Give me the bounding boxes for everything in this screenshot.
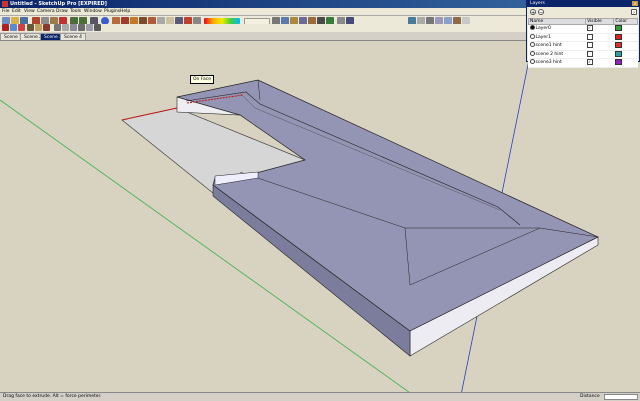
layer-color-swatch[interactable] (614, 42, 622, 48)
layer-name: scene3 hint (535, 60, 562, 66)
layer-row[interactable]: scene 2 hint (528, 50, 638, 59)
left-view-icon[interactable] (94, 24, 101, 31)
menu-window[interactable]: Window (84, 8, 102, 15)
look-around-icon[interactable] (35, 24, 42, 31)
menu-file[interactable]: File (2, 8, 10, 15)
layer-name: scene 2 hint (535, 51, 564, 57)
menu-edit[interactable]: Edit (12, 8, 21, 15)
visible-checkbox[interactable] (586, 33, 593, 40)
measurements-input[interactable] (604, 394, 638, 400)
layer-color-swatch[interactable] (614, 33, 622, 40)
sketchup-app-icon (2, 1, 8, 7)
current-layer-radio[interactable] (529, 33, 535, 39)
visible-checkbox[interactable]: ✓ (586, 25, 593, 31)
layer-name: Layer0 (535, 26, 551, 32)
components-icon[interactable] (2, 24, 9, 31)
walk-icon[interactable] (27, 24, 34, 31)
visible-checkbox[interactable]: ✓ (586, 59, 593, 65)
back-view-icon[interactable] (86, 24, 93, 31)
top-view-icon[interactable] (62, 24, 69, 31)
menu-help[interactable]: Help (120, 8, 130, 15)
layer-name: scene1 hint (535, 43, 562, 49)
layer-color-swatch[interactable] (614, 59, 622, 65)
model-drawing (0, 41, 599, 392)
layer-row[interactable]: scene3 hint ✓ (528, 58, 638, 68)
layer-details-icon[interactable]: › (631, 9, 637, 16)
inference-tooltip: On Face (190, 75, 214, 84)
menu-plugins[interactable]: Plugins (104, 8, 120, 15)
add-layer-icon[interactable]: + (530, 9, 536, 16)
iso-view-icon[interactable] (54, 24, 61, 31)
roof-top-face[interactable] (176, 79, 599, 332)
front-view-icon[interactable] (70, 24, 77, 31)
layers-table: Name Visible Color Layer0 ✓ Layer1 scene… (527, 18, 638, 68)
layer-row[interactable]: scene1 hint (528, 41, 638, 51)
delete-layer-icon[interactable]: − (538, 9, 544, 16)
current-layer-radio[interactable] (529, 59, 535, 65)
layers-panel-toolbar: + − › (527, 7, 639, 17)
layers-panel: Layers × + − › Name Visible Color Layer0… (526, 0, 640, 68)
menu-draw[interactable]: Draw (56, 8, 68, 15)
layer-name: Layer1 (535, 34, 551, 40)
tab-scene-4[interactable]: Scene 4 (60, 33, 87, 40)
position-camera-icon[interactable] (43, 24, 50, 31)
current-layer-radio[interactable] (529, 42, 535, 48)
window-title: Untitled - SketchUp Pro [EXPIRED] (10, 1, 107, 7)
menu-tools[interactable]: Tools (70, 8, 81, 15)
visible-checkbox[interactable] (586, 42, 593, 48)
layer-row[interactable]: Layer1 (528, 33, 638, 42)
current-layer-radio[interactable] (529, 25, 535, 31)
right-view-icon[interactable] (78, 24, 85, 31)
menu-camera[interactable]: Camera (37, 8, 55, 15)
close-icon[interactable]: × (632, 1, 638, 6)
current-layer-radio[interactable] (529, 50, 535, 56)
modeling-viewport[interactable]: On Face (0, 41, 640, 392)
menu-view[interactable]: View (24, 8, 35, 15)
layer-color-swatch[interactable] (614, 25, 622, 31)
layer-row[interactable]: Layer0 ✓ (528, 24, 638, 34)
visible-checkbox[interactable] (586, 50, 593, 57)
layer-color-swatch[interactable] (614, 50, 622, 57)
styles-icon[interactable] (18, 24, 25, 31)
materials-icon[interactable] (10, 24, 17, 31)
